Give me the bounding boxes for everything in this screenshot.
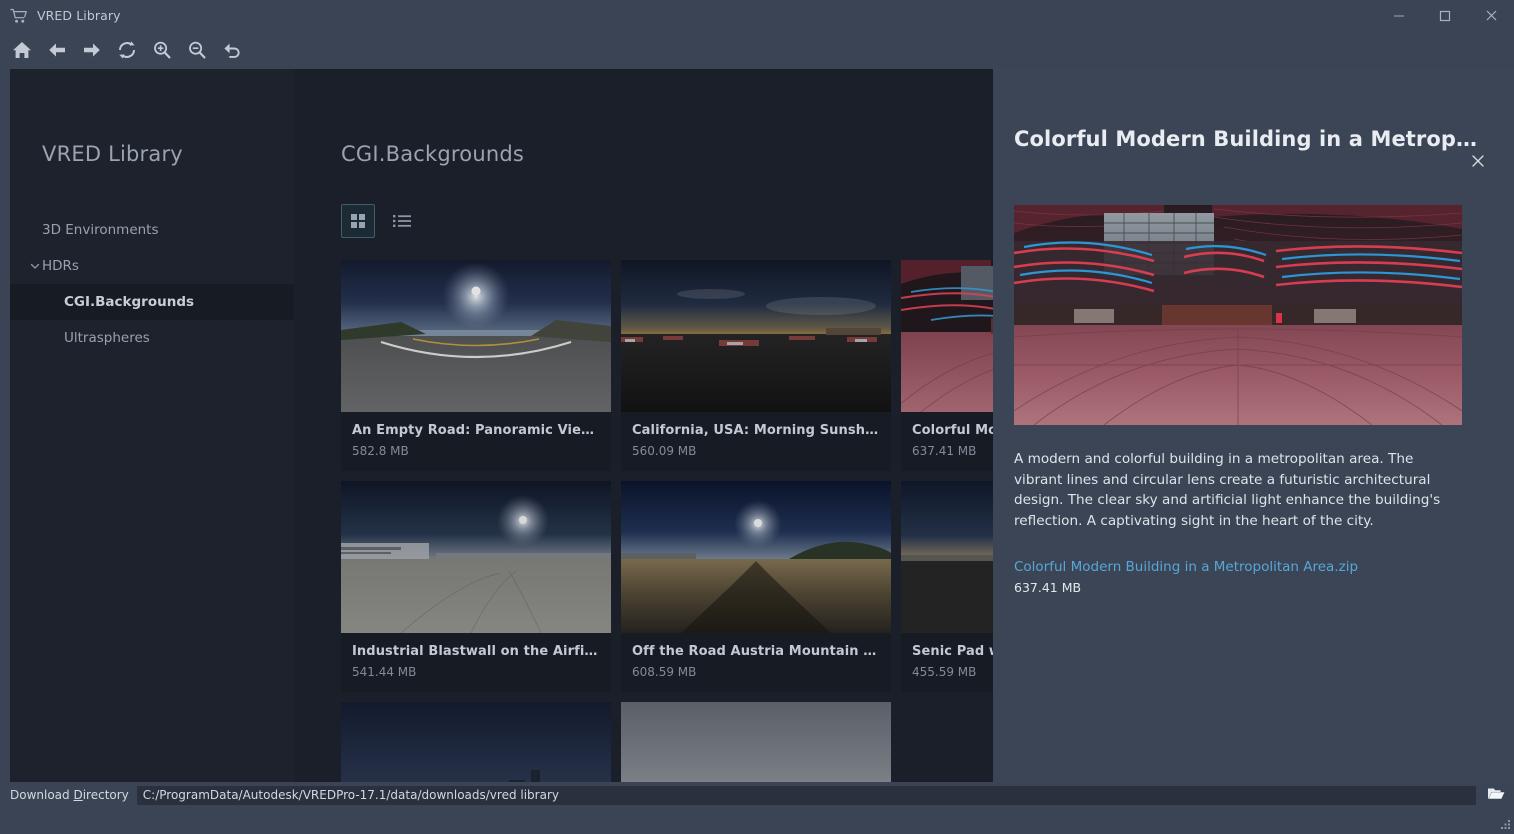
asset-thumbnail-city-night[interactable] [341,702,611,782]
grid-view-icon [350,213,366,229]
sidebar-item-label: HDRs [42,258,79,274]
asset-size: 582.8 MB [352,444,600,458]
asset-thumbnail-airfield-dawn[interactable] [621,260,891,412]
navigation-toolbar [0,31,1514,69]
folder-open-icon [1487,786,1505,805]
title-bar: VRED Library [0,0,1514,31]
asset-card-meta: California, USA: Morning Sunshine … 560.… [621,412,891,471]
zoom-in-icon[interactable] [145,33,179,67]
maximize-button[interactable] [1422,0,1468,31]
list-view-icon [393,214,411,228]
asset-card-meta: Off the Road Austria Mountain Ran… 608.5… [621,633,891,692]
asset-card-meta: An Empty Road: Panoramic Views o… 582.8 … [341,412,611,471]
close-icon [1470,153,1486,173]
shopping-cart-icon [10,8,28,24]
asset-size: 541.44 MB [352,665,600,679]
browse-folder-button[interactable] [1484,785,1508,805]
vred-library-window: VRED Library [0,0,1514,834]
asset-thumbnail-city-overcast[interactable] [621,702,891,782]
refresh-icon[interactable] [110,33,144,67]
asset-name: Industrial Blastwall on the Airfield… [352,644,600,659]
asset-name: California, USA: Morning Sunshine … [632,423,880,438]
sidebar-item-label: CGI.Backgrounds [64,294,194,310]
asset-name: An Empty Road: Panoramic Views o… [352,423,600,438]
asset-thumbnail-austria-mountain[interactable] [621,481,891,633]
detail-close-button[interactable] [1467,152,1489,174]
list-view-button[interactable] [385,204,419,238]
asset-card[interactable] [341,702,611,782]
forward-arrow-icon[interactable] [75,33,109,67]
asset-card[interactable]: An Empty Road: Panoramic Views o… 582.8 … [341,260,611,471]
sidebar-heading: VRED Library [10,69,294,166]
detail-title: Colorful Modern Building in a Metrop… [1014,69,1493,151]
sidebar-item-ultraspheres[interactable]: Ultraspheres [10,320,294,356]
grid-view-button[interactable] [341,204,375,238]
close-button[interactable] [1468,0,1514,31]
sidebar-item-hdrs[interactable]: HDRs [10,248,294,284]
sidebar: VRED Library 3D Environments HDRs CGI.Ba… [10,69,294,782]
asset-card[interactable] [621,702,891,782]
sidebar-item-label: 3D Environments [42,222,159,238]
window-title: VRED Library [37,8,121,23]
download-file-size: 637.41 MB [1014,580,1493,595]
asset-name: Off the Road Austria Mountain Ran… [632,644,880,659]
asset-card[interactable]: California, USA: Morning Sunshine … 560.… [621,260,891,471]
bottom-strip [0,808,1514,834]
download-link[interactable]: Colorful Modern Building in a Metropolit… [1014,559,1493,575]
download-directory-input[interactable] [137,786,1476,805]
content-area: VRED Library 3D Environments HDRs CGI.Ba… [10,69,1514,782]
main-body: VRED Library 3D Environments HDRs CGI.Ba… [0,69,1514,782]
asset-card[interactable]: Off the Road Austria Mountain Ran… 608.5… [621,481,891,692]
sidebar-nav: 3D Environments HDRs CGI.Backgrounds Ult… [10,212,294,356]
asset-detail-panel: Colorful Modern Building in a Metrop… [993,69,1514,782]
asset-size: 608.59 MB [632,665,880,679]
detail-preview-image [1014,205,1462,425]
sidebar-item-3d-environments[interactable]: 3D Environments [10,212,294,248]
asset-card-meta: Industrial Blastwall on the Airfield… 54… [341,633,611,692]
asset-card[interactable]: Industrial Blastwall on the Airfield… 54… [341,481,611,692]
window-controls [1376,0,1514,31]
sidebar-item-cgi-backgrounds[interactable]: CGI.Backgrounds [10,284,294,320]
resize-grip-icon[interactable] [1497,817,1511,831]
detail-description: A modern and colorful building in a metr… [1014,449,1462,531]
back-arrow-icon[interactable] [40,33,74,67]
chevron-down-icon[interactable] [29,260,41,272]
home-icon[interactable] [5,33,39,67]
asset-thumbnail-blastwall[interactable] [341,481,611,633]
status-bar: Download Directory [0,782,1514,808]
sidebar-item-label: Ultraspheres [64,330,150,346]
download-directory-label: Download Directory [10,788,129,802]
zoom-out-icon[interactable] [180,33,214,67]
minimize-button[interactable] [1376,0,1422,31]
asset-size: 560.09 MB [632,444,880,458]
asset-thumbnail-road-panorama[interactable] [341,260,611,412]
reset-icon[interactable] [215,33,249,67]
